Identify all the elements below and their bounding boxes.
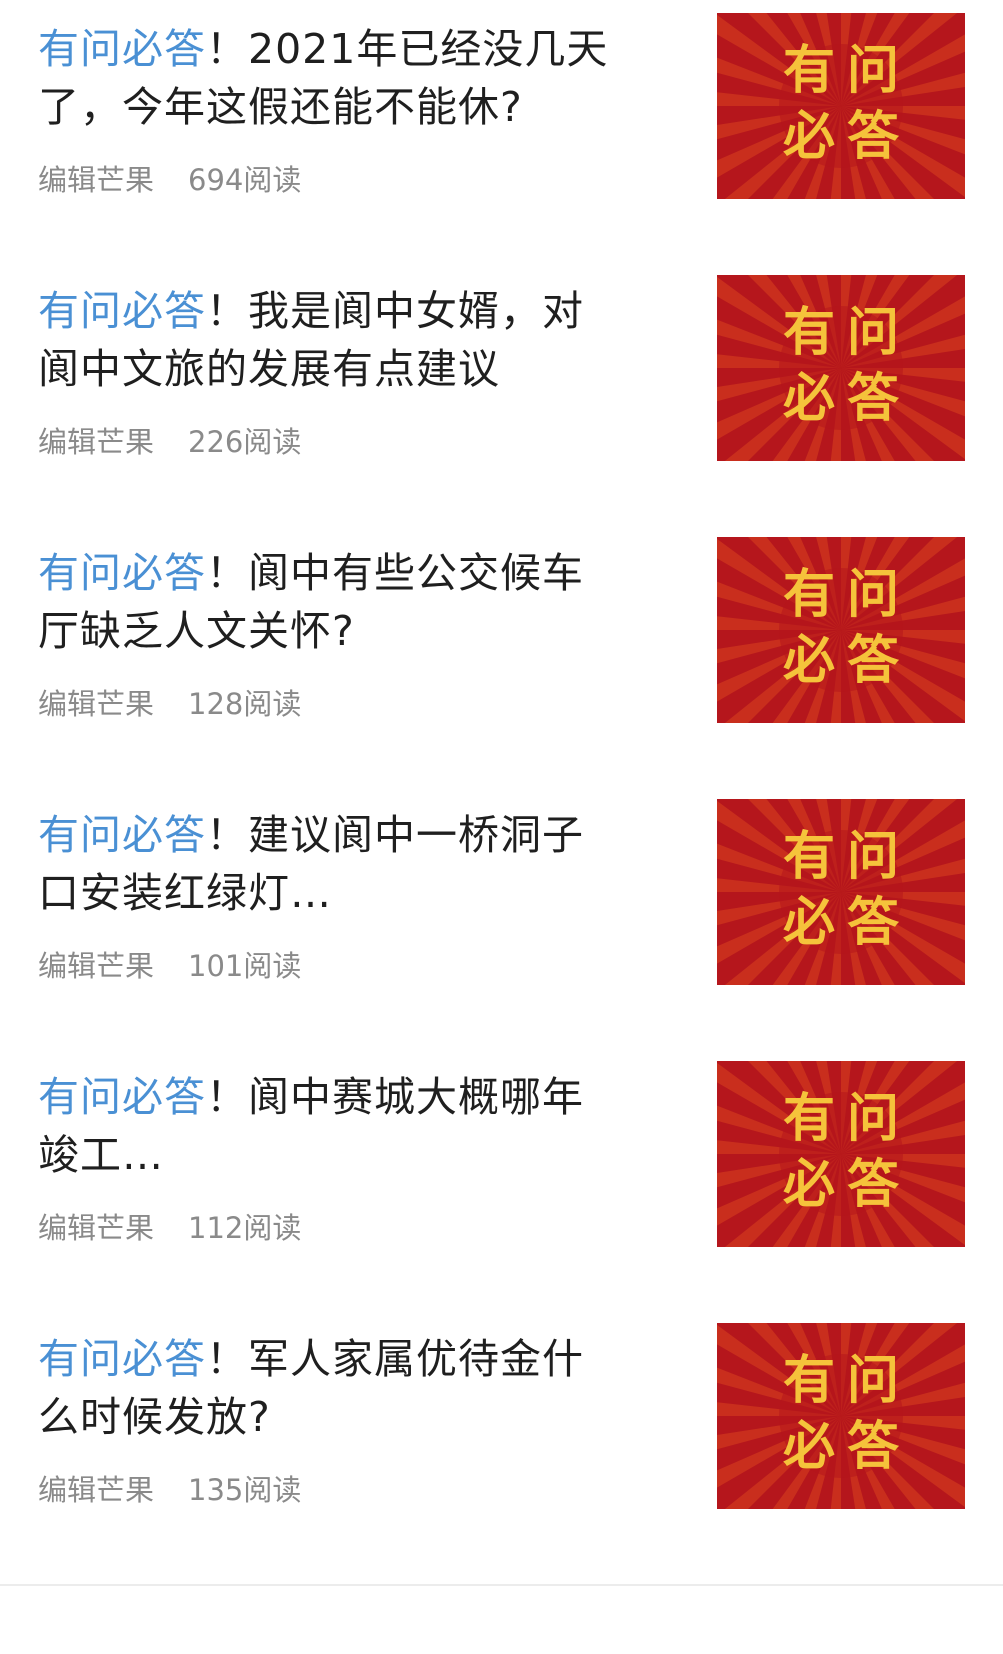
thumbnail-character: 答 [847,1155,900,1215]
thumbnail-character: 必 [783,1417,835,1477]
thumbnail-character: 必 [783,1155,835,1215]
article-read-count: 135阅读 [188,1473,302,1507]
article-tag-punct: ！ [206,25,248,73]
thumbnail-character: 答 [847,369,900,429]
article-read-count: 226阅读 [188,425,302,459]
article-read-count: 128阅读 [188,687,302,721]
article-author: 编辑芒果 [38,1211,155,1245]
article-title: 有问必答！我是阆中女婿，对阆中文旅的发展有点建议 [38,282,618,398]
sunburst-graphic: 有问必答 [717,799,965,985]
thumbnail-character: 必 [783,893,835,953]
sunburst-graphic: 有问必答 [717,1323,965,1509]
article-title: 有问必答！阆中赛城大概哪年竣工… [38,1068,618,1184]
article-meta: 编辑芒果 128阅读 [38,684,301,724]
thumbnail-character: 答 [847,1417,900,1477]
article-item[interactable]: 有问必答！2021年已经没几天了，今年这假还能不能休? 编辑芒果 694阅读 有问… [0,0,1003,276]
article-tag-punct: ！ [206,287,248,335]
article-author: 编辑芒果 [38,425,155,459]
thumbnail-character: 答 [847,631,900,691]
article-thumbnail[interactable]: 有问必答 [717,1323,965,1509]
thumbnail-character: 问 [847,1089,899,1149]
article-item[interactable]: 有问必答！阆中有些公交候车厅缺乏人文关怀? 编辑芒果 128阅读 有问必答 [0,524,1003,800]
thumbnail-character: 问 [847,1351,899,1411]
article-tag: 有问必答 [38,1335,206,1383]
article-tag: 有问必答 [38,549,206,597]
article-item[interactable]: 有问必答！建议阆中一桥洞子口安装红绿灯… 编辑芒果 101阅读 有问必答 [0,786,1003,1062]
sunburst-graphic: 有问必答 [717,537,965,723]
thumbnail-character: 必 [783,107,835,167]
article-title: 有问必答！建议阆中一桥洞子口安装红绿灯… [38,806,618,922]
thumbnail-character: 问 [847,41,899,101]
article-tag-punct: ！ [206,549,248,597]
article-thumbnail[interactable]: 有问必答 [717,275,965,461]
article-author: 编辑芒果 [38,687,155,721]
thumbnail-character: 有 [783,303,835,363]
thumbnail-character: 有 [783,827,835,887]
thumbnail-character: 问 [847,565,899,625]
article-thumbnail[interactable]: 有问必答 [717,1061,965,1247]
thumbnail-character: 问 [847,303,899,363]
article-item[interactable]: 有问必答！军人家属优待金什么时候发放? 编辑芒果 135阅读 有问必答 [0,1310,1003,1586]
article-thumbnail[interactable]: 有问必答 [717,13,965,199]
article-author: 编辑芒果 [38,163,155,197]
thumbnail-character: 必 [783,631,835,691]
article-thumbnail[interactable]: 有问必答 [717,537,965,723]
thumbnail-character: 有 [783,41,835,101]
sunburst-graphic: 有问必答 [717,13,965,199]
article-thumbnail[interactable]: 有问必答 [717,799,965,985]
article-read-count: 101阅读 [188,949,302,983]
article-tag: 有问必答 [38,25,206,73]
article-tag: 有问必答 [38,287,206,335]
article-title: 有问必答！阆中有些公交候车厅缺乏人文关怀? [38,544,618,660]
article-meta: 编辑芒果 135阅读 [38,1470,301,1510]
sunburst-graphic: 有问必答 [717,1061,965,1247]
article-title: 有问必答！2021年已经没几天了，今年这假还能不能休? [38,20,618,136]
article-item[interactable]: 有问必答！我是阆中女婿，对阆中文旅的发展有点建议 编辑芒果 226阅读 有问必答 [0,262,1003,538]
article-read-count: 694阅读 [188,163,302,197]
thumbnail-character: 有 [783,565,835,625]
thumbnail-character: 问 [847,827,899,887]
thumbnail-character: 有 [783,1351,835,1411]
article-tag-punct: ！ [206,1073,248,1121]
article-tag-punct: ！ [206,1335,248,1383]
article-feed: 有问必答！2021年已经没几天了，今年这假还能不能休? 编辑芒果 694阅读 有问… [0,0,1003,1654]
article-meta: 编辑芒果 694阅读 [38,160,301,200]
article-tag: 有问必答 [38,811,206,859]
article-meta: 编辑芒果 226阅读 [38,422,301,462]
thumbnail-character: 答 [847,893,900,953]
thumbnail-character: 答 [847,107,900,167]
article-title: 有问必答！军人家属优待金什么时候发放? [38,1330,618,1446]
article-tag: 有问必答 [38,1073,206,1121]
thumbnail-character: 有 [783,1089,835,1149]
article-meta: 编辑芒果 101阅读 [38,946,301,986]
article-tag-punct: ！ [206,811,248,859]
article-author: 编辑芒果 [38,949,155,983]
thumbnail-character: 必 [783,369,835,429]
article-read-count: 112阅读 [188,1211,302,1245]
article-author: 编辑芒果 [38,1473,155,1507]
sunburst-graphic: 有问必答 [717,275,965,461]
article-meta: 编辑芒果 112阅读 [38,1208,301,1248]
article-item[interactable]: 有问必答！阆中赛城大概哪年竣工… 编辑芒果 112阅读 有问必答 [0,1048,1003,1324]
